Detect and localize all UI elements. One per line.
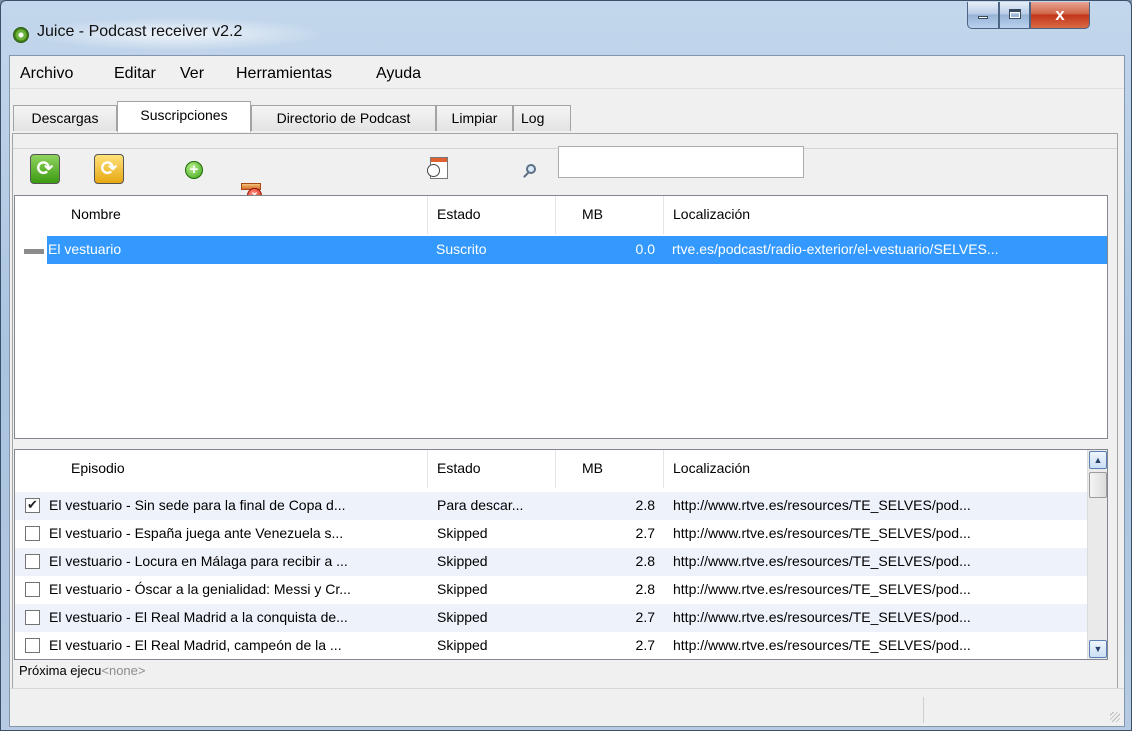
subscriptions-header: Nombre Estado MB Localización [15,196,1107,234]
col-mb[interactable]: MB [582,460,603,476]
episode-title: El vestuario - Óscar a la genialidad: Me… [49,581,351,597]
app-window: Juice - Podcast receiver v2.2 x Archivo … [0,0,1132,731]
maximize-button[interactable] [999,2,1030,29]
scroll-up-button[interactable]: ▲ [1089,451,1107,469]
episodes-table: Episodio Estado MB Localización El vestu… [14,449,1108,660]
col-mb[interactable]: MB [582,206,603,222]
col-localizacion[interactable]: Localización [673,460,750,476]
episode-location: http://www.rtve.es/resources/TE_SELVES/p… [673,553,971,569]
subscriptions-table: Nombre Estado MB Localización El vestuar… [14,195,1108,439]
menu-ayuda[interactable]: Ayuda [376,65,421,83]
menu-bar: Archivo Editar Ver Herramientas Ayuda [10,56,1124,89]
subscriptions-panel: ⟳ ⟳ + × ● ▾ Nombre Estado MB Lo [12,133,1118,717]
search-icon [522,164,536,178]
episode-location: http://www.rtve.es/resources/TE_SELVES/p… [673,637,971,653]
menu-ver[interactable]: Ver [180,65,204,83]
episode-row[interactable]: El vestuario - Locura en Málaga para rec… [15,548,1087,576]
episode-checkbox[interactable] [25,526,40,541]
episode-mb: 2.7 [635,609,655,625]
episode-row[interactable]: El vestuario - Sin sede para la final de… [15,492,1087,520]
tab-directorio-de-podcast[interactable]: Directorio de Podcast [251,105,436,131]
episode-state: Skipped [437,553,488,569]
episode-state: Skipped [437,637,488,653]
episode-checkbox[interactable] [25,638,40,653]
episode-mb: 2.8 [635,497,655,513]
close-icon: x [1055,5,1065,24]
episode-location: http://www.rtve.es/resources/TE_SELVES/p… [673,525,971,541]
episode-checkbox[interactable] [25,554,40,569]
resize-grip[interactable] [1110,712,1120,722]
subscription-name: El vestuario [48,241,122,257]
search-input[interactable] [558,146,804,178]
close-button[interactable]: x [1030,2,1090,29]
episode-title: El vestuario - El Real Madrid, campeón d… [49,637,342,653]
episode-state: Skipped [437,581,488,597]
episode-title: El vestuario - Sin sede para la final de… [49,497,346,513]
tab-log[interactable]: Log [513,105,571,131]
episode-mb: 2.8 [635,553,655,569]
menu-archivo[interactable]: Archivo [20,65,73,83]
episode-state: Skipped [437,525,488,541]
subscription-location: rtve.es/podcast/radio-exterior/el-vestua… [672,241,999,257]
minimize-button[interactable] [967,2,999,29]
episodes-scrollbar[interactable]: ▲ ▼ [1087,450,1107,659]
maximize-icon [1008,9,1021,19]
tab-descargas[interactable]: Descargas [13,105,117,131]
episode-row[interactable]: El vestuario - El Real Madrid, campeón d… [15,632,1087,660]
title-bar[interactable]: Juice - Podcast receiver v2.2 x [1,1,1131,55]
minimize-icon [978,16,988,19]
next-run-label: Próxima ejecu [19,663,102,678]
status-separator [923,697,924,723]
episode-state: Para descar... [437,497,524,513]
scroll-down-button[interactable]: ▼ [1089,640,1107,658]
scheduler-icon[interactable]: ⟳ [94,154,124,184]
subscription-row[interactable]: El vestuario Suscrito 0.0 rtve.es/podcas… [47,236,1107,264]
window-title: Juice - Podcast receiver v2.2 [37,23,243,40]
episode-row[interactable]: El vestuario - El Real Madrid a la conqu… [15,604,1087,632]
subscription-state: Suscrito [436,241,487,257]
col-estado[interactable]: Estado [437,206,481,222]
tab-limpiar[interactable]: Limpiar [436,105,513,131]
episode-title: El vestuario - Locura en Málaga para rec… [49,553,348,569]
refresh-all-icon[interactable]: ⟳ [30,154,60,184]
episode-location: http://www.rtve.es/resources/TE_SELVES/p… [673,497,971,513]
episode-checkbox[interactable] [25,610,40,625]
episode-mb: 2.7 [635,525,655,541]
episode-mb: 2.7 [635,637,655,653]
feed-status-icon [24,249,44,254]
client-area: Archivo Editar Ver Herramientas Ayuda De… [9,55,1125,727]
episodes-header: Episodio Estado MB Localización [15,450,1107,488]
episode-title: El vestuario - España juega ante Venezue… [49,525,344,541]
menu-editar[interactable]: Editar [114,65,156,83]
status-bar [10,688,1124,726]
tab-strip: Descargas Suscripciones Directorio de Po… [10,89,1124,134]
next-run-value: <none> [101,663,146,678]
episode-checkbox[interactable] [25,497,40,513]
menu-herramientas[interactable]: Herramientas [236,65,332,83]
next-run-status: Próxima ejecu<none> [19,663,145,678]
col-nombre[interactable]: Nombre [71,206,121,222]
juice-app-icon[interactable] [13,27,29,43]
episode-row[interactable]: El vestuario - España juega ante Venezue… [15,520,1087,548]
tab-suscripciones[interactable]: Suscripciones [117,101,251,132]
col-localizacion[interactable]: Localización [673,206,750,222]
episode-row[interactable]: El vestuario - Óscar a la genialidad: Me… [15,576,1087,604]
episode-checkbox[interactable] [25,582,40,597]
cleanup-icon[interactable] [427,157,449,179]
episode-state: Skipped [437,609,488,625]
subscription-mb: 0.0 [635,241,655,257]
col-episodio[interactable]: Episodio [71,460,125,476]
scroll-thumb[interactable] [1089,472,1107,498]
episode-location: http://www.rtve.es/resources/TE_SELVES/p… [673,609,971,625]
add-feed-icon[interactable]: + [183,161,205,183]
col-estado[interactable]: Estado [437,460,481,476]
episode-title: El vestuario - El Real Madrid a la conqu… [49,609,348,625]
episode-location: http://www.rtve.es/resources/TE_SELVES/p… [673,581,971,597]
episode-mb: 2.8 [635,581,655,597]
